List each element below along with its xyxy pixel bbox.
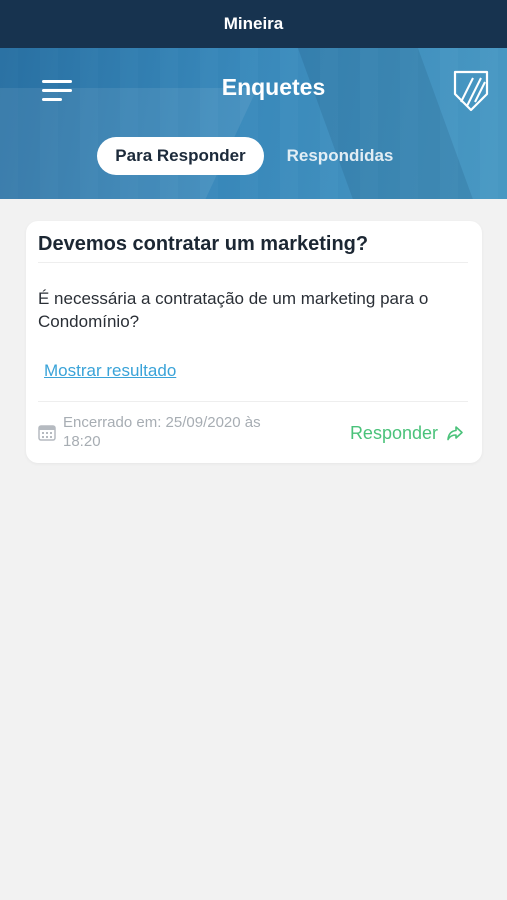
card-divider bbox=[38, 401, 468, 402]
show-result-link[interactable]: Mostrar resultado bbox=[44, 361, 176, 381]
respond-label: Responder bbox=[349, 422, 438, 443]
shield-logo-icon bbox=[453, 70, 489, 112]
poll-title: Devemos contratar um marketing? bbox=[38, 233, 468, 263]
tab-bar: Para Responder Respondidas bbox=[0, 137, 507, 175]
hamburger-menu-line bbox=[42, 89, 72, 92]
calendar-icon bbox=[38, 425, 56, 441]
hamburger-menu-line bbox=[42, 98, 62, 101]
status-bar-title: Mineira bbox=[223, 14, 284, 33]
hamburger-menu-icon bbox=[42, 80, 72, 83]
closed-date-text: Encerrado em: 25/09/2020 às 18:20 bbox=[63, 414, 261, 450]
share-arrow-icon bbox=[447, 426, 463, 441]
app-header: Enquetes Para Responder Respondidas bbox=[0, 48, 507, 199]
menu-button[interactable] bbox=[42, 78, 76, 104]
status-bar: Mineira bbox=[0, 0, 507, 48]
page-title: Enquetes bbox=[221, 74, 326, 100]
tab-respondidas[interactable]: Respondidas bbox=[275, 137, 405, 175]
respond-button[interactable]: Responder bbox=[350, 421, 464, 445]
closed-info: Encerrado em: 25/09/2020 às 18:20 bbox=[38, 413, 278, 453]
tab-para-responder[interactable]: Para Responder bbox=[97, 137, 264, 175]
poll-card: Devemos contratar um marketing? É necess… bbox=[26, 221, 482, 463]
poll-description: É necessária a contratação de um marketi… bbox=[38, 289, 429, 331]
